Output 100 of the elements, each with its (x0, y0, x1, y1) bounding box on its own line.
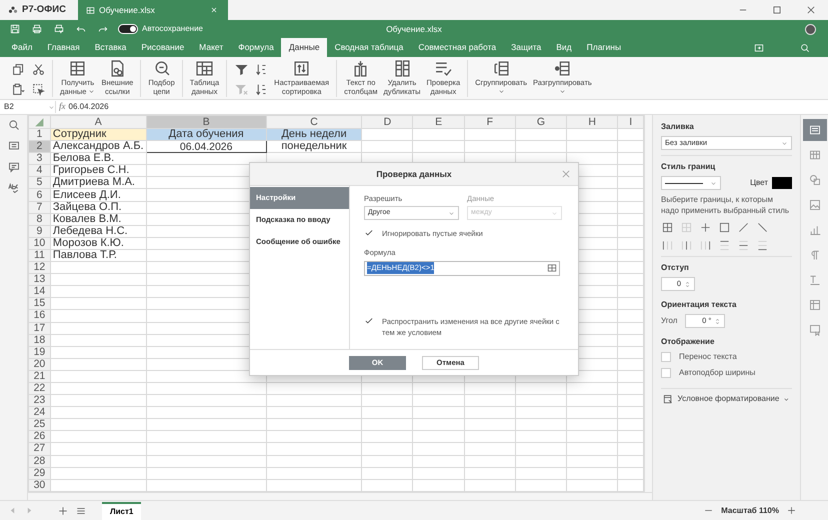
row-header[interactable]: 15 (28, 298, 50, 310)
checkbox[interactable] (661, 368, 671, 378)
table-cell[interactable]: Елисеев Д.И. (50, 188, 146, 202)
comment-icon[interactable] (8, 140, 20, 152)
row-header[interactable]: 5 (28, 176, 50, 189)
autosave-toggle[interactable] (118, 24, 138, 34)
row-header[interactable]: 30 (28, 479, 50, 492)
row-header[interactable]: 27 (28, 442, 50, 456)
table-cell[interactable]: Дмитриева М.А. (50, 176, 146, 189)
table-cell[interactable]: понедельник (266, 140, 362, 153)
file-tab[interactable]: Обучение.xlsx (78, 0, 228, 20)
conditional-formatting-button[interactable]: Условное форматирование (661, 394, 792, 405)
column-header[interactable]: A (50, 116, 146, 128)
add-sheet-icon[interactable] (58, 506, 68, 516)
cell-reference[interactable]: B2 (4, 101, 14, 113)
border-option-button[interactable] (737, 221, 749, 233)
menu-tab[interactable]: Макет (192, 38, 231, 57)
column-header[interactable]: I (618, 116, 644, 128)
column-header[interactable]: G (515, 116, 567, 128)
row-header[interactable]: 28 (28, 455, 50, 468)
row-header[interactable]: 9 (28, 225, 50, 238)
row-header[interactable]: 4 (28, 164, 50, 177)
row-header[interactable]: 25 (28, 418, 50, 431)
border-option-button[interactable] (718, 239, 730, 251)
menu-tab[interactable]: Защита (504, 38, 549, 57)
sheet-tab[interactable]: Лист1 (102, 502, 142, 520)
border-option-button[interactable] (699, 239, 711, 251)
column-header[interactable]: C (266, 116, 362, 128)
table-cell[interactable]: Александров А.Б. (50, 140, 146, 153)
row-header[interactable]: 22 (28, 382, 50, 395)
border-option-button[interactable] (699, 221, 711, 233)
sort-icon (293, 60, 310, 77)
table-cell[interactable]: Белова Е.В. (50, 152, 146, 165)
checkbox[interactable] (364, 228, 374, 238)
menu-tab[interactable]: Совместная работа (410, 38, 504, 57)
row-header[interactable]: 18 (28, 334, 50, 346)
menu-tab[interactable]: Главная (40, 38, 88, 57)
menu-tab[interactable]: Вставка (87, 38, 134, 57)
row-header[interactable]: 14 (28, 286, 50, 298)
row-header[interactable]: 11 (28, 249, 50, 262)
row-header[interactable]: 29 (28, 467, 50, 480)
row-header[interactable]: 12 (28, 262, 50, 274)
menu-tab[interactable]: Формула (230, 38, 282, 57)
row-header[interactable]: 16 (28, 310, 50, 322)
text-art-icon (808, 274, 820, 286)
row-header[interactable]: 19 (28, 346, 50, 358)
cell-settings-tab[interactable] (802, 119, 826, 141)
row-header[interactable]: 3 (28, 152, 50, 165)
column-header[interactable]: B (146, 116, 266, 128)
menu-tab[interactable]: Вид (548, 38, 580, 57)
row-header[interactable]: 2 (28, 140, 50, 153)
row-header[interactable]: 1 (28, 128, 50, 141)
column-header[interactable]: E (412, 116, 464, 128)
search-icon[interactable] (8, 119, 20, 131)
table-cell[interactable]: Сотрудник (50, 128, 146, 141)
border-option-button[interactable] (756, 221, 768, 233)
row-header[interactable]: 7 (28, 201, 50, 214)
range-select-icon[interactable] (547, 263, 557, 273)
zoom-in-icon[interactable] (787, 506, 796, 515)
row-header[interactable]: 13 (28, 274, 50, 286)
row-header[interactable]: 21 (28, 370, 50, 382)
selected-cell[interactable]: 06.04.2026 (146, 140, 266, 153)
spellcheck-icon[interactable] (8, 182, 20, 194)
table-cell[interactable]: Ковалев В.М. (50, 213, 146, 226)
border-icon (662, 222, 672, 232)
zoom-level[interactable]: Масштаб 110% (721, 504, 779, 516)
row-header[interactable]: 8 (28, 213, 50, 226)
column-header[interactable]: D (362, 116, 413, 128)
menu-tab[interactable]: Плагины (579, 38, 629, 57)
row-header[interactable]: 17 (28, 322, 50, 334)
table-cell[interactable]: День недели (266, 128, 362, 141)
row-header[interactable]: 24 (28, 406, 50, 419)
border-option-button[interactable] (756, 239, 768, 251)
row-header[interactable]: 6 (28, 188, 50, 202)
table-cell[interactable]: Григорьев С.Н. (50, 164, 146, 177)
border-option-button[interactable] (661, 221, 673, 233)
avatar[interactable] (805, 24, 816, 34)
menu-tab[interactable]: Сводная таблица (327, 38, 411, 57)
checkbox[interactable] (661, 352, 671, 362)
formula-value[interactable]: 06.04.2026 (68, 101, 109, 113)
table-cell[interactable]: Морозов К.Ю. (50, 237, 146, 250)
menu-tab[interactable]: Рисование (134, 38, 192, 57)
table-cell[interactable]: Павлова Т.Р. (50, 249, 146, 262)
sheet-list-icon[interactable] (76, 506, 86, 516)
row-header[interactable]: 20 (28, 358, 50, 370)
column-header[interactable]: H (566, 116, 618, 128)
chat-icon[interactable] (8, 161, 20, 173)
row-header[interactable]: 23 (28, 394, 50, 407)
function-label[interactable]: fx (56, 100, 68, 114)
column-header[interactable]: F (464, 116, 516, 128)
select-all-corner[interactable] (28, 116, 50, 128)
menu-tab[interactable]: Файл (4, 38, 40, 57)
line-style-select[interactable] (661, 176, 721, 190)
menu-tab[interactable]: Данные (281, 38, 328, 57)
border-option-button[interactable] (661, 239, 673, 251)
row-header[interactable]: 10 (28, 237, 50, 250)
row-header[interactable]: 26 (28, 430, 50, 443)
color-swatch[interactable] (772, 177, 792, 189)
border-option-button[interactable] (718, 221, 730, 233)
checkbox[interactable] (364, 316, 374, 326)
